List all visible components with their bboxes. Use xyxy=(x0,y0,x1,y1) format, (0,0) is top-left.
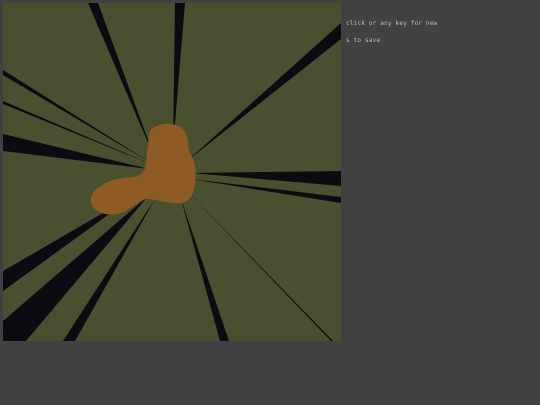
canvas-drawing xyxy=(3,3,341,341)
sketch-window: click or any key for new s to save xyxy=(0,0,540,405)
generative-canvas[interactable] xyxy=(3,3,341,341)
new-sketch-hint: click or any key for new xyxy=(346,20,438,27)
save-hint: s to save xyxy=(346,37,381,44)
